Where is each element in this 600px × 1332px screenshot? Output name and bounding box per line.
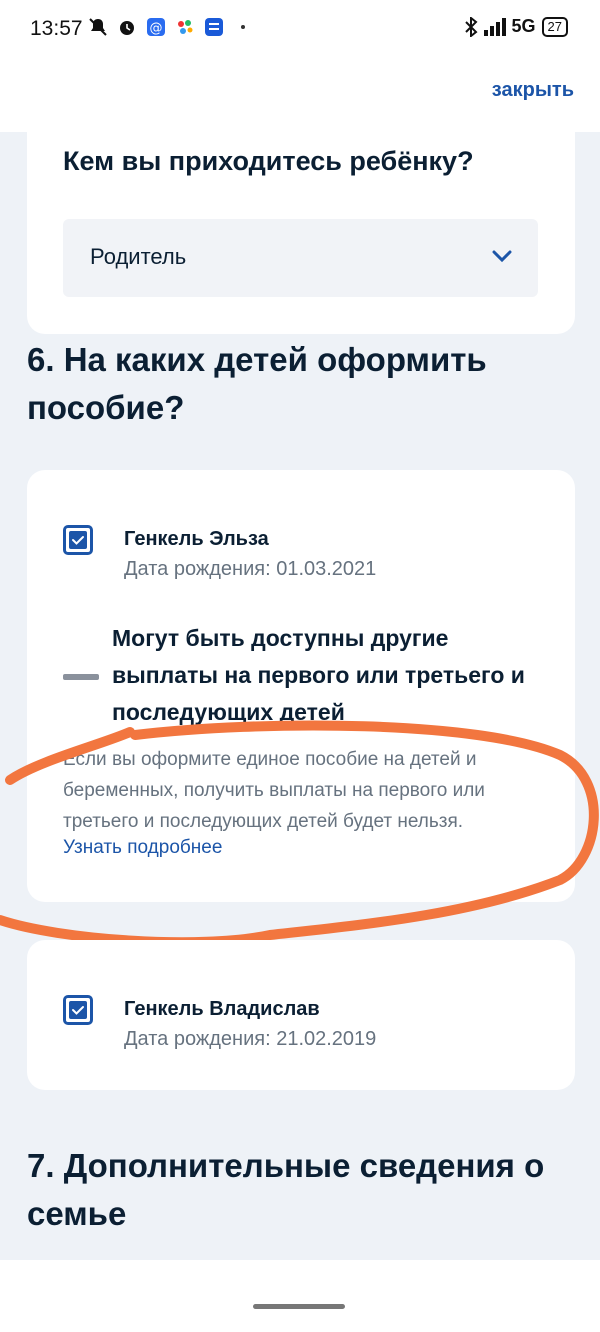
- mail-app-icon: @: [147, 18, 165, 36]
- muted-bell-icon: [89, 18, 107, 36]
- svg-text:@: @: [150, 21, 163, 36]
- child-name: Генкель Владислав: [124, 998, 320, 1020]
- child-birthdate: Дата рождения: 21.02.2019: [124, 1028, 377, 1050]
- parent-relation-card: Кем вы приходитесь ребёнку? Родитель: [27, 120, 575, 334]
- close-button[interactable]: закрыть: [492, 79, 574, 102]
- relation-select-value: Родитель: [90, 244, 187, 269]
- checkbox-check-icon: [69, 531, 87, 549]
- relation-select[interactable]: Родитель: [63, 219, 538, 297]
- section-7-title: 7. Дополнительные сведения о семье: [27, 1147, 545, 1232]
- navigation-bar: [0, 1260, 600, 1332]
- section-6-title: 6. На каких детей оформить пособие?: [27, 341, 487, 426]
- child-name: Генкель Эльза: [124, 528, 269, 550]
- battery-icon: 27: [541, 16, 568, 37]
- detmir-app-icon: [205, 18, 223, 36]
- more-dot-icon: [241, 25, 245, 29]
- system-status: 5G 27: [464, 16, 568, 37]
- signal-icon: [483, 17, 506, 36]
- child-card: Генкель Владислав Дата рождения: 21.02.2…: [27, 940, 575, 1090]
- home-indicator[interactable]: [253, 1304, 345, 1309]
- minus-icon: [63, 674, 99, 680]
- dots-app-icon: [178, 20, 193, 34]
- notification-icons: @: [88, 17, 253, 37]
- warning-text: Если вы оформите единое пособие на детей…: [63, 749, 485, 832]
- checkbox-check-icon: [69, 1001, 87, 1019]
- status-bar: 13:57 @ 5G 27: [0, 0, 600, 62]
- network-type: 5G: [511, 16, 536, 36]
- status-time: 13:57: [30, 17, 83, 40]
- warning-title: Могут быть доступны другие выплаты на пе…: [112, 625, 525, 725]
- learn-more-link[interactable]: Узнать подробнее: [63, 837, 222, 859]
- child-checkbox[interactable]: [63, 525, 93, 555]
- chevron-down-icon: [492, 250, 512, 263]
- relation-question: Кем вы приходитесь ребёнку?: [63, 146, 474, 176]
- bluetooth-icon: [464, 16, 478, 37]
- child-card: Генкель Эльза Дата рождения: 01.03.2021 …: [27, 470, 575, 902]
- alarm-icon: [120, 21, 134, 35]
- child-birthdate: Дата рождения: 01.03.2021: [124, 558, 377, 580]
- child-checkbox[interactable]: [63, 995, 93, 1025]
